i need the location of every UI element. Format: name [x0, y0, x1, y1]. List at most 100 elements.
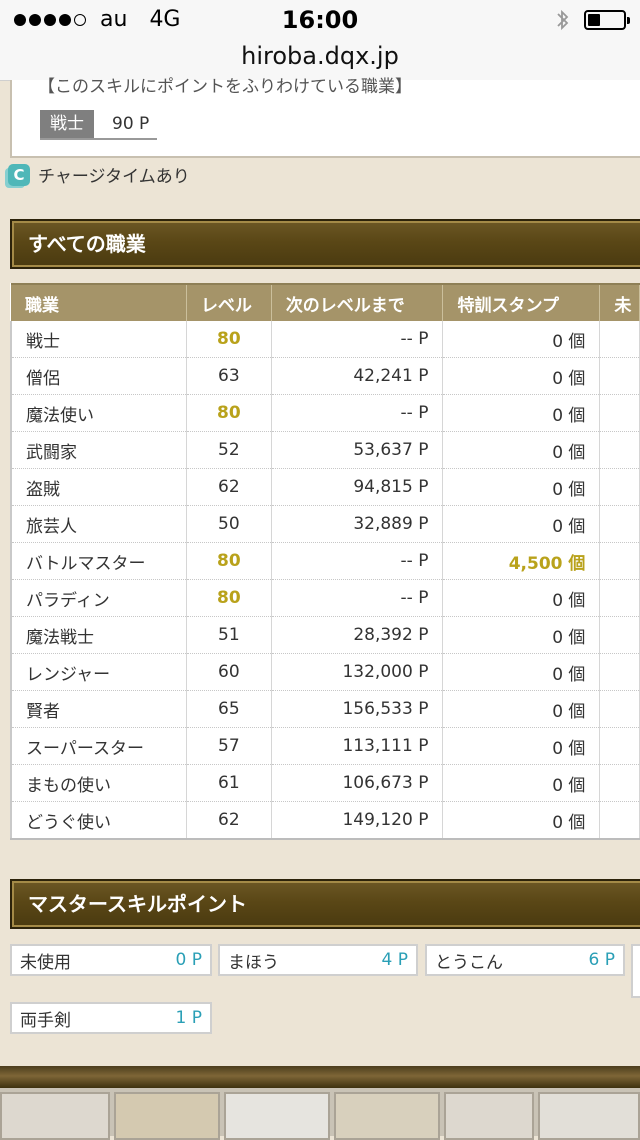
job-unlearned-cell — [599, 727, 640, 765]
job-name-cell: まもの使い — [9, 764, 187, 802]
job-stamp-cell: 0 個 — [442, 653, 601, 691]
job-stamp-cell: 0 個 — [442, 357, 601, 395]
job-stamp-cell: 0 個 — [442, 727, 601, 765]
column-header-unlearned: 未 — [599, 283, 640, 321]
job-next-level-cell: 132,000 P — [271, 653, 444, 691]
allocated-job-name: 戦士 — [40, 110, 94, 138]
job-next-level-cell: 53,637 P — [271, 431, 444, 469]
job-next-level-cell: -- P — [271, 321, 444, 358]
job-row: 武闘家 52 53,637 P0 個 — [9, 431, 640, 469]
job-name-cell: スーパースター — [9, 727, 187, 765]
master-point-fighting: とうこん 6 P — [425, 944, 625, 976]
job-next-level-cell: 106,673 P — [271, 764, 444, 802]
status-right — [556, 8, 630, 32]
job-next-level-cell: 42,241 P — [271, 357, 444, 395]
job-name-cell: 賢者 — [9, 690, 187, 728]
job-level-cell: 80 — [186, 394, 272, 432]
skill-allocation-box: 【このスキルにポイントをふりわけている職業】 戦士 90 P — [10, 77, 640, 158]
job-stamp-cell: 0 個 — [442, 431, 601, 469]
job-unlearned-cell — [599, 357, 640, 395]
stone-block — [114, 1092, 220, 1140]
job-next-level-cell: 94,815 P — [271, 468, 444, 506]
skill-allocation-title: 【このスキルにポイントをふりわけている職業】 — [38, 77, 412, 97]
job-name-cell: 旅芸人 — [9, 505, 187, 543]
master-point-label: まほう — [228, 952, 279, 973]
master-point-two-handed-sword: 両手剣 1 P — [10, 1002, 212, 1034]
job-name-cell: 戦士 — [9, 321, 187, 358]
master-skill-header: マスタースキルポイント — [10, 879, 640, 929]
column-header-stamp: 特訓スタンプ — [442, 283, 601, 321]
job-level-cell: 52 — [186, 431, 272, 469]
job-stamp-cell: 0 個 — [442, 579, 601, 617]
master-point-unused: 未使用 0 P — [10, 944, 212, 976]
job-next-level-cell: 156,533 P — [271, 690, 444, 728]
job-level-cell: 50 — [186, 505, 272, 543]
charge-time-note: C チャージタイムあり — [8, 162, 190, 187]
job-table: 職業 レベル 次のレベルまで 特訓スタンプ 未 戦士 80 -- P0 個僧侶 63 4… — [9, 283, 640, 840]
job-name-cell: 武闘家 — [9, 431, 187, 469]
job-stamp-cell: 0 個 — [442, 321, 601, 358]
job-row: 賢者 65 156,533 P0 個 — [9, 690, 640, 728]
master-point-value: 4 P — [381, 950, 408, 970]
stone-block — [444, 1092, 534, 1140]
stone-block — [334, 1092, 440, 1140]
clock: 16:00 — [281, 6, 359, 34]
job-name-cell: 僧侶 — [9, 357, 187, 395]
job-unlearned-cell — [599, 468, 640, 506]
job-name-cell: 魔法戦士 — [9, 616, 187, 654]
job-row: 戦士 80 -- P0 個 — [9, 321, 640, 358]
column-header-level: レベル — [186, 283, 272, 321]
job-level-cell: 51 — [186, 616, 272, 654]
job-stamp-cell: 0 個 — [442, 690, 601, 728]
job-row: まもの使い 61 106,673 P0 個 — [9, 764, 640, 802]
job-level-cell: 57 — [186, 727, 272, 765]
job-table-header-row: 職業 レベル 次のレベルまで 特訓スタンプ 未 — [11, 283, 640, 321]
url-text: hiroba.dqx.jp — [241, 42, 399, 70]
decorative-stone-wall — [0, 1088, 640, 1140]
job-unlearned-cell — [599, 579, 640, 617]
job-level-cell: 65 — [186, 690, 272, 728]
job-next-level-cell: -- P — [271, 542, 444, 580]
job-next-level-cell: 32,889 P — [271, 505, 444, 543]
decorative-wall-trim — [0, 1066, 640, 1088]
job-name-cell: パラディン — [9, 579, 187, 617]
job-name-cell: バトルマスター — [9, 542, 187, 580]
job-unlearned-cell — [599, 616, 640, 654]
all-jobs-title: すべての職業 — [28, 232, 146, 256]
status-bar: au 4G 16:00 — [0, 0, 640, 40]
job-next-level-cell: 149,120 P — [271, 801, 444, 840]
job-name-cell: 盗賊 — [9, 468, 187, 506]
master-point-value: 0 P — [175, 950, 202, 970]
job-level-cell: 60 — [186, 653, 272, 691]
job-unlearned-cell — [599, 321, 640, 358]
column-header-job: 職業 — [11, 283, 187, 321]
job-row: 僧侶 63 42,241 P0 個 — [9, 357, 640, 395]
job-unlearned-cell — [599, 764, 640, 802]
job-stamp-cell: 4,500 個 — [442, 542, 601, 580]
allocated-job-points: 90 P — [112, 114, 150, 134]
bluetooth-icon — [557, 9, 569, 31]
master-point-overflow — [631, 944, 640, 998]
battery-level — [588, 14, 600, 26]
stone-block — [0, 1092, 110, 1140]
charge-time-text: チャージタイムあり — [38, 167, 190, 187]
job-level-cell: 80 — [186, 542, 272, 580]
column-header-next-level: 次のレベルまで — [271, 283, 444, 321]
job-row: 魔法戦士 51 28,392 P0 個 — [9, 616, 640, 654]
job-unlearned-cell — [599, 542, 640, 580]
job-level-cell: 62 — [186, 468, 272, 506]
all-jobs-header: すべての職業 — [10, 219, 640, 269]
job-next-level-cell: -- P — [271, 579, 444, 617]
master-point-value: 1 P — [175, 1008, 202, 1028]
job-row: 盗賊 62 94,815 P0 個 — [9, 468, 640, 506]
job-stamp-cell: 0 個 — [442, 801, 601, 840]
job-row: 魔法使い 80 -- P0 個 — [9, 394, 640, 432]
job-unlearned-cell — [599, 690, 640, 728]
job-level-cell: 62 — [186, 801, 272, 840]
job-level-cell: 80 — [186, 579, 272, 617]
job-row: レンジャー 60 132,000 P0 個 — [9, 653, 640, 691]
job-stamp-cell: 0 個 — [442, 505, 601, 543]
url-bar[interactable]: hiroba.dqx.jp — [0, 40, 640, 81]
master-point-label: 未使用 — [20, 952, 71, 973]
master-point-label: 両手剣 — [20, 1010, 71, 1031]
